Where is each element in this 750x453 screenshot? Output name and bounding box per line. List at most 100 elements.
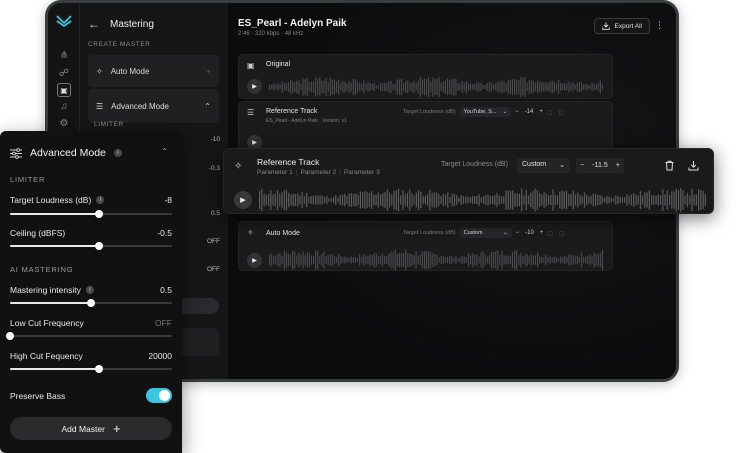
plus-icon[interactable]: + — [540, 230, 544, 236]
auto-mode-card[interactable]: ✧ Auto Mode + — [88, 55, 219, 87]
waveform-bar — [315, 77, 317, 97]
play-button-original[interactable]: ▶ — [247, 79, 262, 94]
plus-icon[interactable]: + — [616, 162, 620, 169]
track-action-icons[interactable]: ▢▢ — [547, 230, 570, 237]
waveform-bar — [296, 255, 298, 265]
waveform-bar — [518, 193, 521, 207]
ceiling-row: Ceiling (dBFS) -0.5 — [10, 228, 172, 238]
minus-icon[interactable]: − — [516, 230, 520, 236]
waveform-bar — [440, 256, 442, 264]
waveform-bar — [537, 252, 539, 268]
waveform-bar — [486, 83, 488, 91]
slider-knob[interactable] — [6, 332, 14, 340]
waveform-bar — [462, 196, 465, 204]
low-cut-slider[interactable] — [6, 332, 172, 340]
advanced-header[interactable]: Advanced Mode i — [10, 147, 122, 159]
info-icon[interactable]: i — [85, 286, 94, 294]
slider-knob[interactable] — [95, 210, 104, 218]
back-arrow-icon[interactable]: ← — [88, 17, 100, 31]
waveform-bar — [431, 193, 433, 207]
advanced-title: Advanced Mode — [30, 147, 106, 159]
play-button-auto[interactable]: ▶ — [247, 253, 262, 268]
waveform-bar — [516, 79, 518, 95]
preset-select[interactable]: Custom ⌄ — [459, 228, 512, 238]
waveform-bar — [467, 83, 470, 91]
waveform-bar — [335, 195, 337, 205]
add-master-button[interactable]: Add Master + — [10, 417, 172, 440]
waveform-bar — [368, 193, 370, 207]
logo-icon[interactable] — [56, 15, 72, 27]
preset-select[interactable]: YouTube, S... ⌄ — [459, 107, 512, 117]
chevron-up-icon[interactable]: ⌃ — [204, 102, 211, 111]
waveform-bar — [342, 257, 344, 263]
plus-icon[interactable]: + — [539, 109, 543, 115]
chevron-up-icon[interactable]: ⌃ — [161, 147, 168, 156]
track-reference-sub: ES_Pearl - Adelyn Paik · Version: v1 — [266, 118, 347, 124]
advanced-mode-card[interactable]: ☰ Advanced Mode ⌃ — [88, 89, 219, 123]
waveform-bar — [465, 257, 467, 263]
low-cut-label: Low Cut Frequency — [10, 318, 84, 328]
waveform-bar — [534, 188, 536, 212]
track-auto-mode[interactable]: ✧ Auto Mode Target Loudness (dB) Custom ⌄… — [238, 221, 613, 271]
loudness-stepper[interactable]: − -14 + — [515, 109, 543, 115]
waveform-bar — [545, 193, 547, 207]
trash-icon[interactable] — [664, 160, 675, 171]
waveform-bar — [560, 256, 562, 264]
export-all-button[interactable]: Export All — [593, 18, 650, 34]
plugin-icon[interactable]: ⚙ — [57, 117, 71, 131]
waveform-bar — [601, 249, 604, 271]
intensity-slider[interactable] — [10, 299, 172, 307]
ai-mastering-section-label: AI MASTERING — [10, 265, 74, 274]
waveform-bar — [603, 197, 606, 203]
waveform-bar — [400, 78, 403, 96]
track-original[interactable]: ▣ Original ▶ — [238, 54, 613, 99]
people-icon[interactable]: ☍ — [57, 67, 71, 81]
info-icon[interactable]: i — [96, 196, 105, 204]
add-icon[interactable]: + — [206, 67, 211, 76]
waveform-bar — [637, 195, 639, 205]
waveform-bar — [275, 255, 277, 265]
slider-knob[interactable] — [87, 299, 95, 307]
ceiling-slider[interactable] — [10, 242, 172, 250]
waveform-bar — [317, 250, 319, 270]
waveform-bar — [319, 195, 321, 205]
parameter-list: Parameter 1 | Parameter 2 | Parameter 3 — [257, 169, 380, 176]
export-icon — [601, 22, 610, 30]
waveform-floating[interactable] — [259, 188, 707, 212]
waveform-bar — [524, 76, 526, 98]
waveform-original[interactable] — [269, 76, 604, 98]
waveform-bar — [461, 80, 463, 94]
waveform-bar — [673, 191, 675, 209]
preserve-bass-toggle[interactable] — [146, 388, 172, 403]
waveform-bar — [364, 191, 366, 209]
track-reference[interactable]: ☰ Reference Track ES_Pearl - Adelyn Paik… — [238, 101, 613, 151]
waveform-bar — [513, 250, 516, 270]
minus-icon[interactable]: − — [515, 109, 519, 115]
play-button[interactable]: ▶ — [234, 191, 252, 209]
download-icon[interactable] — [688, 160, 699, 171]
waveform-bar — [455, 256, 457, 264]
slider-knob[interactable] — [95, 242, 104, 250]
waveform-auto[interactable] — [269, 249, 604, 271]
track-action-icons[interactable]: ▢▢ — [547, 109, 570, 116]
voice-icon[interactable]: ♫ — [57, 100, 71, 114]
master-icon[interactable]: ▣ — [57, 83, 71, 97]
loudness-stepper[interactable]: − -10 + — [516, 230, 544, 236]
info-icon[interactable]: i — [113, 149, 122, 157]
high-cut-slider[interactable] — [10, 365, 172, 373]
more-icon[interactable]: ⋮ — [655, 21, 664, 30]
waveform-bar — [427, 194, 429, 206]
preset-select[interactable]: Custom ⌄ — [517, 158, 570, 173]
waveform-bar — [350, 256, 352, 264]
loudness-stepper[interactable]: − -11.5 + — [576, 158, 624, 173]
slider-knob[interactable] — [95, 365, 104, 373]
waveform-bar — [621, 197, 624, 203]
minus-icon[interactable]: − — [580, 162, 584, 169]
waveform-bar — [277, 83, 279, 91]
waveform-bar — [651, 195, 653, 205]
waveform-bar — [367, 82, 369, 92]
share-icon[interactable]: ⋔ — [57, 49, 71, 63]
waveform-bar — [549, 81, 551, 93]
floating-reference-track[interactable]: ✧ Reference Track Parameter 1 | Paramete… — [223, 148, 714, 214]
target-loudness-slider[interactable] — [10, 210, 172, 218]
